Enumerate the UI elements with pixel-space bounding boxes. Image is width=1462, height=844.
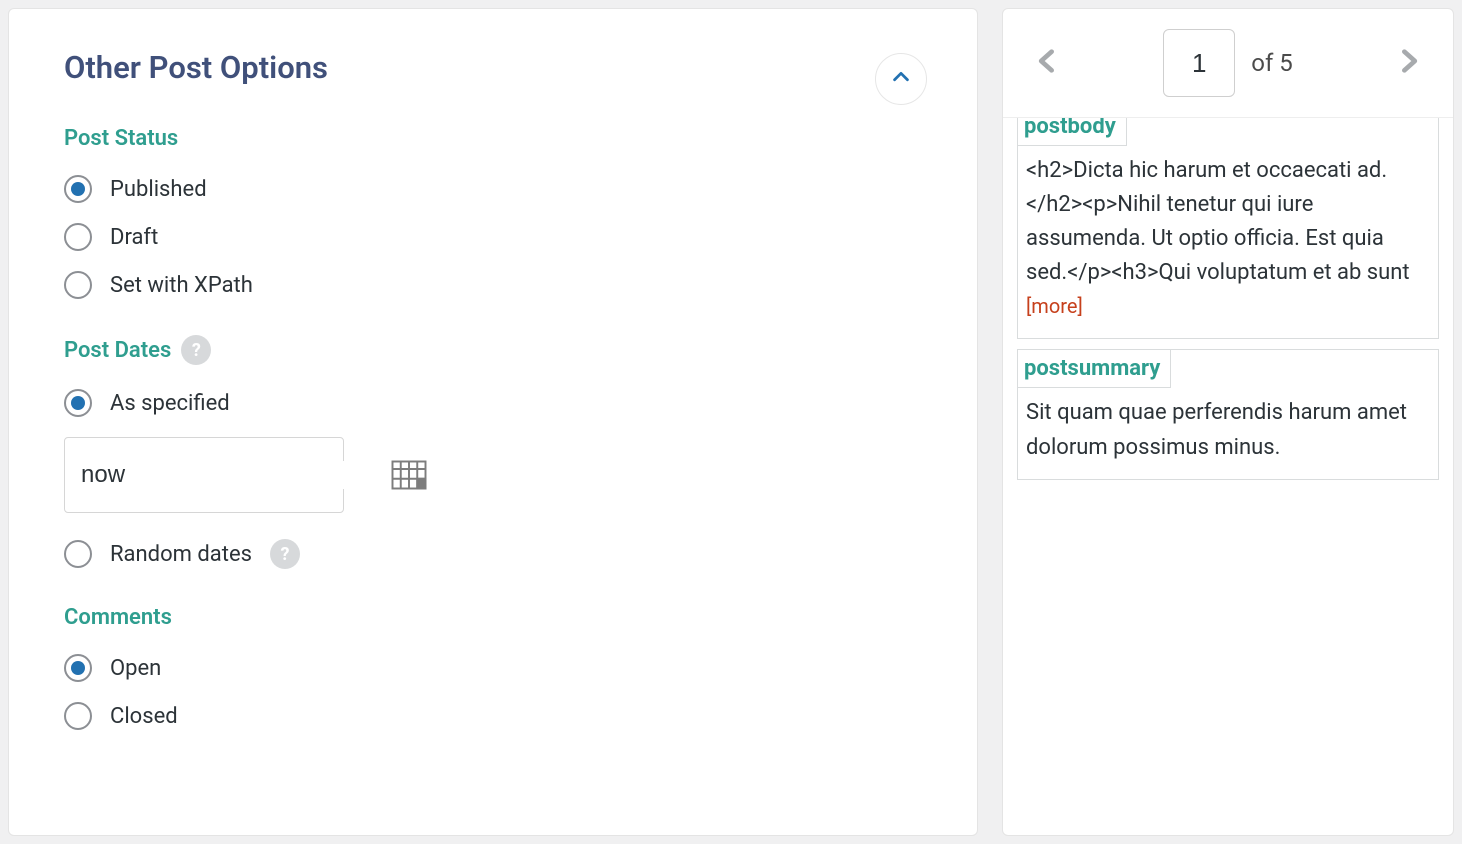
field-name-label: postsummary <box>1018 350 1171 388</box>
chevron-right-icon <box>1395 41 1423 86</box>
radio-icon <box>64 540 92 568</box>
post-date-input-wrap <box>64 437 344 513</box>
collapse-panel-button[interactable] <box>875 53 927 105</box>
field-body: Sit quam quae perferendis harum amet dol… <box>1018 388 1438 478</box>
help-icon[interactable]: ? <box>270 539 300 569</box>
radio-label: Closed <box>110 704 178 729</box>
comments-heading: Comments <box>64 605 922 630</box>
preview-scroll[interactable]: postbody <h2>Dicta hic harum et occaecat… <box>1003 118 1453 835</box>
pager-next-button[interactable] <box>1389 43 1429 83</box>
field-text: Sit quam quae perferendis harum amet dol… <box>1026 400 1407 459</box>
post-dates-heading: Post Dates ? <box>64 335 922 365</box>
radio-icon <box>64 271 92 299</box>
panel-title: Other Post Options <box>64 49 922 86</box>
comments-heading-text: Comments <box>64 605 172 630</box>
help-icon[interactable]: ? <box>181 335 211 365</box>
radio-label: Random dates <box>110 542 252 567</box>
more-link[interactable]: [more] <box>1026 294 1083 318</box>
radio-icon <box>64 389 92 417</box>
radio-label: Draft <box>110 225 158 250</box>
page-number-input[interactable] <box>1163 29 1235 97</box>
post-dates-as-specified-radio[interactable]: As specified <box>64 389 922 417</box>
radio-icon <box>64 175 92 203</box>
radio-label: Set with XPath <box>110 273 253 298</box>
post-status-xpath-radio[interactable]: Set with XPath <box>64 271 922 299</box>
pager-prev-button[interactable] <box>1027 43 1067 83</box>
radio-icon <box>64 654 92 682</box>
radio-icon <box>64 702 92 730</box>
post-status-heading-text: Post Status <box>64 126 178 151</box>
post-dates-heading-text: Post Dates <box>64 338 171 363</box>
chevron-up-icon <box>890 66 912 93</box>
preview-field-postbody: postbody <h2>Dicta hic harum et occaecat… <box>1017 118 1439 339</box>
field-body: <h2>Dicta hic harum et occaecati ad.</h2… <box>1018 146 1438 338</box>
comments-open-radio[interactable]: Open <box>64 654 922 682</box>
page-total-label: of 5 <box>1251 49 1292 77</box>
radio-label: As specified <box>110 391 230 416</box>
pager: of 5 <box>1003 9 1453 118</box>
comments-closed-radio[interactable]: Closed <box>64 702 922 730</box>
other-post-options-panel: Other Post Options Post Status Published… <box>8 8 978 836</box>
chevron-left-icon <box>1033 41 1061 86</box>
preview-panel: of 5 postbody <h2>Dicta hic harum et occ… <box>1002 8 1454 836</box>
field-name-label: postbody <box>1018 118 1127 146</box>
post-dates-random-radio[interactable]: Random dates ? <box>64 539 922 569</box>
radio-label: Open <box>110 656 161 681</box>
post-date-input[interactable] <box>81 461 391 489</box>
post-status-heading: Post Status <box>64 126 922 151</box>
field-text: <h2>Dicta hic harum et occaecati ad.</h2… <box>1026 158 1410 285</box>
calendar-icon[interactable] <box>391 459 427 491</box>
preview-field-postsummary: postsummary Sit quam quae perferendis ha… <box>1017 349 1439 479</box>
post-status-published-radio[interactable]: Published <box>64 175 922 203</box>
radio-label: Published <box>110 177 207 202</box>
radio-icon <box>64 223 92 251</box>
post-status-draft-radio[interactable]: Draft <box>64 223 922 251</box>
pager-center: of 5 <box>1163 29 1292 97</box>
